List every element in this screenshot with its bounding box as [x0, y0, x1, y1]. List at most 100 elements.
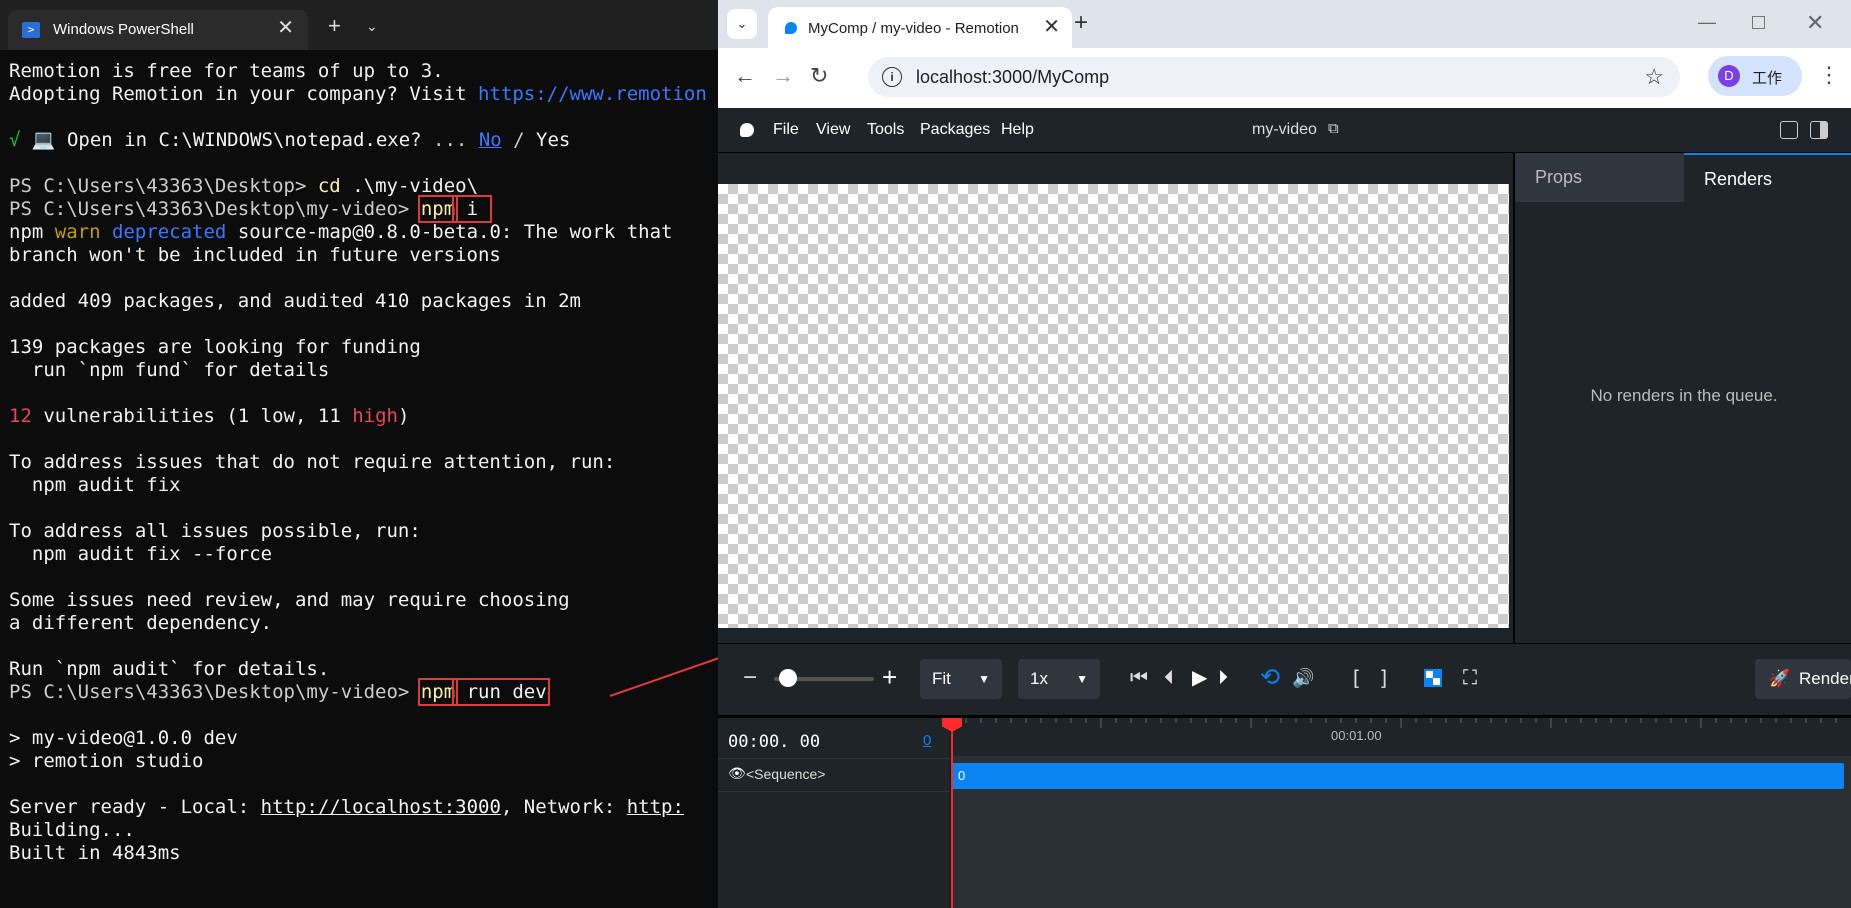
reload-icon[interactable]: ↻ [810, 64, 828, 88]
window-close-icon[interactable]: ✕ [1806, 10, 1824, 36]
play-icon[interactable]: ▶ [1192, 666, 1207, 690]
close-tab-icon[interactable]: ✕ [1043, 17, 1060, 37]
menu-tools[interactable]: Tools [867, 121, 904, 139]
terminal-text: / [501, 129, 537, 151]
render-button[interactable]: 🚀 Render [1755, 659, 1851, 699]
playback-rate-value: 1x [1030, 669, 1048, 688]
sequence-bar[interactable]: 0 [951, 763, 1844, 789]
tab-renders[interactable]: Renders [1684, 153, 1851, 202]
external-link-icon[interactable]: ⧉ [1328, 120, 1339, 137]
menu-file[interactable]: File [773, 121, 799, 139]
terminal-line: branch won't be included in future versi… [9, 244, 718, 267]
terminal-text: warn [54, 221, 101, 243]
terminal-text: vulnerabilities (1 [31, 405, 261, 427]
site-info-icon[interactable]: i [882, 67, 902, 87]
maximize-icon[interactable] [1752, 16, 1765, 29]
terminal-text: Yes [536, 129, 571, 151]
url-text[interactable]: localhost:3000/MyComp [916, 67, 1109, 88]
project-name[interactable]: my-video [1252, 121, 1317, 139]
terminal-line: > remotion studio [9, 750, 718, 773]
terminal-text: No [478, 129, 502, 151]
terminal-text: run dev [452, 678, 550, 706]
track-row[interactable]: 👁 <Sequence> [718, 758, 950, 792]
ruler-label: 00:01.00 [1331, 728, 1382, 743]
checkerboard-toggle-icon[interactable] [1424, 669, 1442, 687]
terminal-line: npm audit fix --force [9, 543, 718, 566]
zoom-slider-thumb[interactable] [779, 669, 797, 687]
browser-menu-icon[interactable]: ⋮ [1818, 62, 1840, 88]
terminal-text: http: [626, 796, 684, 818]
terminal-text: a different dependency. [9, 612, 273, 634]
browser-tabbar: ⌄ MyComp / my-video - Remotion ✕ + — ✕ [718, 0, 1851, 48]
playhead[interactable] [942, 718, 962, 908]
fullscreen-icon[interactable]: ⛶ [1463, 666, 1477, 690]
terminal-text: npm [9, 221, 55, 243]
terminal-text: Run `npm audit` for details. [9, 658, 330, 680]
new-tab-button[interactable]: + [1074, 11, 1088, 35]
volume-icon[interactable]: 🔊 [1292, 666, 1314, 690]
studio-menubar: File View Tools Packages Help my-video ⧉ [718, 108, 1851, 153]
profile-button[interactable]: D 工作 [1708, 56, 1802, 96]
terminal-text: deprecated [111, 221, 227, 243]
transparent-canvas[interactable] [718, 184, 1509, 628]
terminal-text: PS C:\Users\43363\Desktop> [9, 175, 318, 197]
right-sidebar-toggle-icon[interactable] [1810, 121, 1828, 139]
step-forward-icon[interactable]: ⏵ [1218, 666, 1228, 690]
rocket-icon: 🚀 [1769, 669, 1791, 688]
browser-tab[interactable]: MyComp / my-video - Remotion ✕ [768, 7, 1072, 48]
menu-help[interactable]: Help [1001, 121, 1034, 139]
terminal-line: added 409 packages, and audited 410 pack… [9, 290, 718, 313]
terminal-text: > my-video@1.0.0 dev [9, 727, 238, 749]
terminal-text: 12 [9, 405, 32, 427]
bookmark-star-icon[interactable]: ☆ [1644, 64, 1664, 90]
timeline-ruler[interactable]: 00:01.00 [951, 718, 1851, 756]
tab-props[interactable]: Props [1515, 153, 1684, 202]
size-select-value: Fit [932, 669, 951, 688]
zoom-out-button[interactable]: − [743, 666, 757, 690]
menu-packages[interactable]: Packages [920, 121, 990, 139]
browser-window: ⌄ MyComp / my-video - Remotion ✕ + — ✕ ←… [718, 0, 1851, 908]
terminal-text: , 11 [295, 405, 353, 427]
jump-to-start-icon[interactable]: ⏮ [1130, 666, 1148, 690]
powershell-window: > Windows PowerShell ✕ + ⌄ Remotion is f… [0, 0, 718, 905]
address-bar[interactable]: i localhost:3000/MyComp ☆ [868, 57, 1680, 97]
terminal-text: Adopting Remotion in your company? Visit [9, 83, 478, 105]
eye-icon[interactable]: 👁 [728, 765, 746, 782]
new-tab-button[interactable]: + [328, 15, 341, 37]
terminal-line: Remotion is free for teams of up to 3. [9, 60, 718, 83]
frame-number[interactable]: 0 [923, 732, 931, 749]
timeline-canvas[interactable]: 00:01.00 0 [942, 718, 1851, 908]
powershell-tab[interactable]: > Windows PowerShell ✕ [8, 10, 308, 50]
tab-search-button[interactable]: ⌄ [727, 9, 757, 39]
terminal-text: npm audit fix [9, 474, 181, 496]
playback-rate-select[interactable]: 1x ▼ [1018, 659, 1100, 699]
zoom-in-button[interactable]: + [882, 664, 897, 690]
terminal-text: > remotion studio [9, 750, 204, 772]
close-tab-icon[interactable]: ✕ [277, 18, 294, 38]
terminal-output[interactable]: Remotion is free for teams of up to 3. Ad… [9, 60, 718, 905]
terminal-text: run `npm fund` for details [9, 359, 330, 381]
caret-down-icon: ▼ [1076, 672, 1088, 686]
menu-view[interactable]: View [816, 121, 850, 139]
left-sidebar-toggle-icon[interactable] [1780, 121, 1798, 139]
step-back-icon[interactable]: ⏴ [1164, 666, 1174, 690]
caret-down-icon: ▼ [978, 672, 990, 686]
back-icon[interactable]: ← [734, 64, 756, 88]
terminal-line: PS C:\Users\43363\Desktop\my-video> npm … [9, 195, 718, 223]
in-mark-icon[interactable]: [ [1350, 666, 1362, 690]
terminal-line: npm audit fix [9, 474, 718, 497]
browser-tab-title: MyComp / my-video - Remotion [808, 20, 1019, 37]
forward-icon[interactable]: → [772, 64, 794, 88]
loop-icon[interactable]: ⟲ [1260, 666, 1280, 690]
size-select[interactable]: Fit ▼ [920, 659, 1002, 699]
terminal-line: Built in 4843ms [9, 842, 718, 865]
out-mark-icon[interactable]: ] [1378, 666, 1390, 690]
minimize-icon[interactable]: — [1698, 12, 1716, 33]
chevron-down-icon[interactable]: ⌄ [366, 18, 378, 35]
remotion-logo-icon [740, 123, 754, 137]
